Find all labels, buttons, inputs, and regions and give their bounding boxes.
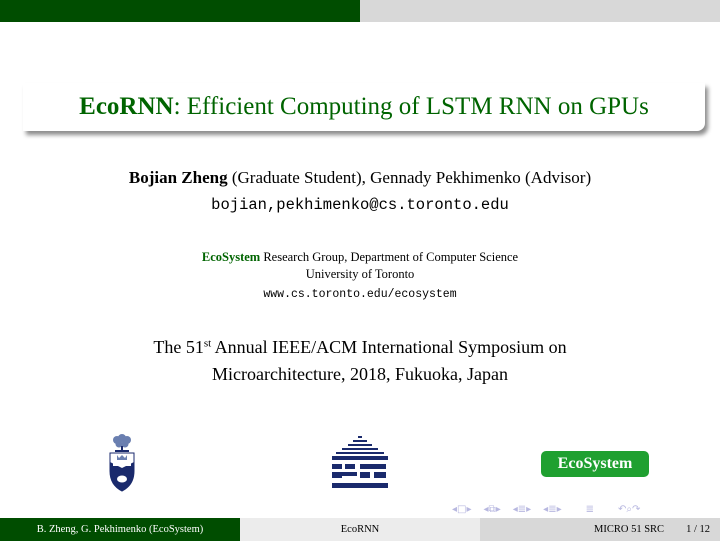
group-department: Research Group, Department of Computer S… (260, 250, 519, 264)
nav-forward-icon[interactable]: ↷ (632, 504, 640, 515)
title-box: EcoRNN: Efficient Computing of LSTM RNN … (23, 83, 705, 131)
nav-slide-icon[interactable]: ⧉ (489, 504, 496, 515)
email-address: bojian,pekhimenko@cs.toronto.edu (211, 196, 509, 214)
nav-document-icon[interactable]: ≣ (586, 504, 594, 515)
footer-conference: MICRO 51 SRC (594, 524, 665, 535)
university: University of Toronto (305, 267, 415, 281)
footer-authors: B. Zheng, G. Pekhimenko (EcoSystem) (0, 518, 240, 541)
title-bold: EcoRNN (79, 93, 174, 120)
beamer-navigation-symbols: ◂ □ ▸ ◂ ⧉ ▸ ◂ ≣ ▸ ◂ ≣ ▸ ≣ ↶ ⌕ ↷ (452, 502, 640, 516)
conference-line-2: Microarchitecture, 2018, Fukuoka, Japan (212, 364, 508, 384)
slide-title: EcoRNN: Efficient Computing of LSTM RNN … (79, 93, 649, 121)
nav-next-subsection-icon[interactable]: ▸ (557, 504, 562, 515)
conference-line-1: The 51st Annual IEEE/ACM International S… (0, 337, 720, 358)
nav-frame-icon[interactable]: □ (457, 504, 466, 515)
nav-next-slide-icon[interactable]: ▸ (496, 504, 501, 515)
research-group: EcoSystem Research Group, Department of … (0, 250, 720, 265)
nav-next-frame-icon[interactable]: ▸ (466, 504, 471, 515)
slide-footer: B. Zheng, G. Pekhimenko (EcoSystem) EcoR… (0, 518, 720, 541)
house-logo-icon (332, 436, 388, 488)
group-name: EcoSystem (201, 250, 261, 264)
progress-header-bar (0, 0, 720, 22)
footer-info: MICRO 51 SRC 1 / 12 (480, 518, 720, 541)
ecosystem-logo-badge: EcoSystem (541, 451, 649, 477)
header-bar-right (360, 0, 720, 22)
title-rest: : Efficient Computing of LSTM RNN on GPU… (173, 93, 649, 120)
primary-author: Bojian Zheng (128, 168, 228, 187)
author-roles: (Graduate Student), Gennady Pekhimenko (… (227, 168, 592, 187)
authors-line: Bojian Zheng (Graduate Student), Gennady… (0, 168, 720, 188)
header-bar-left (0, 0, 360, 22)
conference-name: Annual IEEE/ACM International Symposium … (211, 337, 567, 357)
nav-next-section-icon[interactable]: ▸ (526, 504, 531, 515)
footer-page-number: 1 / 12 (686, 524, 710, 535)
footer-title: EcoRNN (240, 518, 480, 541)
uoft-crest-icon (109, 434, 135, 492)
conference-prefix: The 51 (153, 337, 204, 357)
nav-section-icon[interactable]: ≣ (518, 504, 526, 515)
nav-back-icon[interactable]: ↶ (618, 504, 626, 515)
group-url: www.cs.toronto.edu/ecosystem (263, 288, 457, 301)
nav-subsection-icon[interactable]: ≣ (548, 504, 556, 515)
